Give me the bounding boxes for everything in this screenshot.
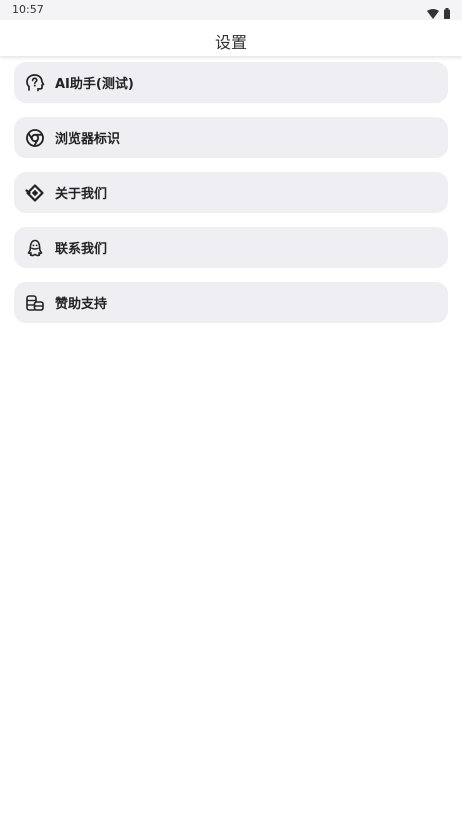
page-title: 设置 [214,33,247,52]
settings-item-browser-ua[interactable]: 浏览器标识 [14,117,448,158]
coins-icon [24,292,46,314]
settings-item-label: 浏览器标识 [55,132,121,147]
settings-list: AI助手(测试) 浏览器标识 关于我们 联系我们 赞助支持 [14,62,448,337]
settings-item-about[interactable]: 关于我们 [14,172,448,213]
status-bar: 10:57 [0,0,462,20]
settings-item-ai-assistant[interactable]: AI助手(测试) [14,62,448,103]
settings-item-label: 联系我们 [55,242,108,257]
browser-icon [24,127,46,149]
ai-help-icon [24,72,46,94]
about-icon [24,182,46,204]
settings-item-label: 赞助支持 [55,297,108,312]
qq-icon [24,237,46,259]
settings-item-contact[interactable]: 联系我们 [14,227,448,268]
app-bar: 设置 [0,20,462,56]
status-time: 10:57 [12,3,44,16]
settings-item-sponsor[interactable]: 赞助支持 [14,282,448,323]
settings-item-label: AI助手(测试) [55,77,134,92]
settings-item-label: 关于我们 [55,187,108,202]
